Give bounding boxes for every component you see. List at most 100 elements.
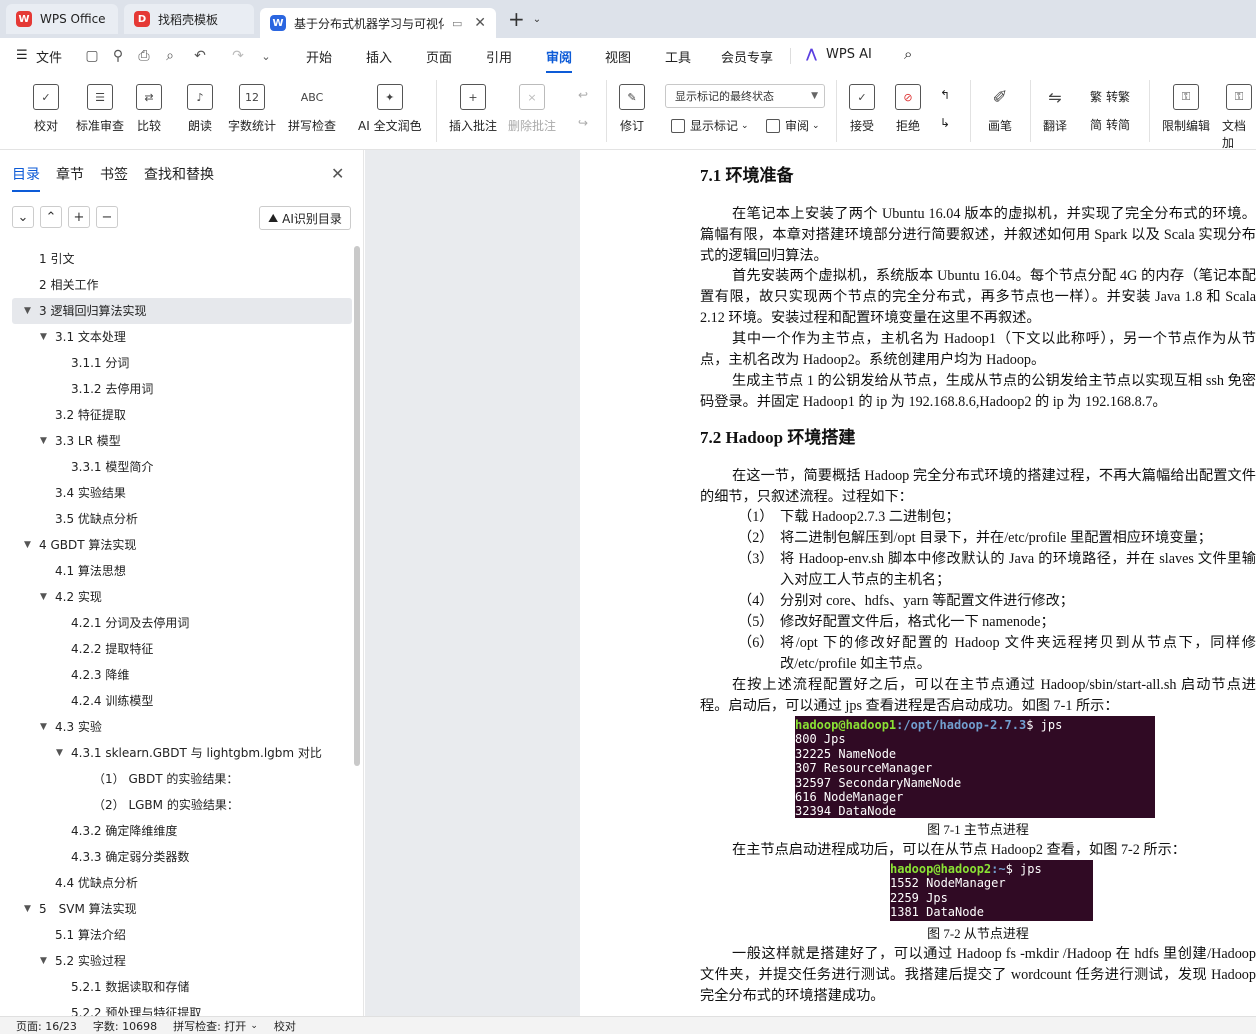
toc-item[interactable]: （2） LGBM 的实验结果： (12, 792, 352, 818)
toc-item[interactable]: ▼ 4.3 实验 (12, 714, 352, 740)
chevron-down-icon[interactable]: ▼ (40, 428, 47, 454)
toc-item[interactable]: 4.2.1 分词及去停用词 (12, 610, 352, 636)
delete-comment-button[interactable]: × 删除批注 (508, 84, 556, 134)
toc-item[interactable]: 4.3.3 确定弱分类器数 (12, 844, 352, 870)
toc-item[interactable]: （1） GBDT 的实验结果： (12, 766, 352, 792)
toc-item[interactable]: 3.4 实验结果 (12, 480, 352, 506)
page-indicator[interactable]: 页面: 16/23 (16, 1018, 77, 1034)
prev-change-icon[interactable]: ↰ (940, 88, 950, 102)
collapse-up-icon[interactable]: ⌃ (40, 206, 62, 228)
toc-item[interactable]: ▼ 5.2 实验过程 (12, 948, 352, 974)
insert-comment-button[interactable]: + 插入批注 (449, 84, 497, 134)
menu-home[interactable]: 开始 (306, 47, 332, 66)
menu-page[interactable]: 页面 (426, 47, 452, 66)
read-aloud-button[interactable]: ♪ 朗读 (187, 84, 213, 134)
document-encrypt-button[interactable]: ⚿ 文档加 (1222, 84, 1256, 151)
reject-button[interactable]: ⊘ 拒绝 (895, 84, 921, 134)
tab-current-document[interactable]: W 基于分布式机器学习与可视化 ▭ ✕ (260, 8, 496, 38)
toc-item[interactable]: 4.1 算法思想 (12, 558, 352, 584)
menu-view[interactable]: 视图 (605, 47, 631, 66)
menu-insert[interactable]: 插入 (366, 47, 392, 66)
menu-file[interactable]: 文件 (36, 47, 62, 66)
standard-review-button[interactable]: ☰ 标准审查 (76, 84, 124, 134)
show-markup-button[interactable]: 显示标记 ⌄ (671, 117, 749, 134)
review-pane-button[interactable]: 审阅 ⌄ (766, 117, 820, 134)
toc-item[interactable]: 1 引文 (12, 246, 352, 272)
tab-bookmarks[interactable]: 书签 (100, 164, 128, 192)
next-comment-icon[interactable]: ↪ (578, 116, 588, 130)
accept-button[interactable]: ✓ 接受 (849, 84, 875, 134)
menu-membership[interactable]: 会员专享 (721, 47, 773, 66)
translate-button[interactable]: ⇋ 翻译 (1042, 84, 1068, 134)
proofread-button[interactable]: ✓ 校对 (33, 84, 59, 134)
close-icon[interactable]: ✕ (331, 164, 344, 183)
hamburger-icon[interactable]: ☰ (16, 48, 28, 63)
toc-item[interactable]: 5.1 算法介绍 (12, 922, 352, 948)
menu-references[interactable]: 引用 (486, 47, 512, 66)
tab-toc[interactable]: 目录 (12, 164, 40, 192)
save-icon[interactable]: ▢ (80, 44, 104, 68)
proofread-status[interactable]: 校对 (274, 1018, 296, 1034)
more-chevron-icon[interactable]: ⌄ (254, 44, 278, 68)
print-icon[interactable]: ⎙ (132, 44, 156, 68)
toc-item[interactable]: 3.5 优缺点分析 (12, 506, 352, 532)
toc-scrollbar[interactable] (354, 246, 360, 766)
compare-button[interactable]: ⇄ 比较 (136, 84, 162, 134)
toc-item[interactable]: 4.4 优缺点分析 (12, 870, 352, 896)
chevron-down-icon[interactable]: ▼ (40, 324, 47, 350)
new-tab-icon[interactable]: + (508, 7, 525, 31)
chevron-down-icon[interactable]: ▼ (40, 948, 47, 974)
chevron-down-icon[interactable]: ▼ (40, 584, 47, 610)
tab-wps-office[interactable]: W WPS Office (6, 4, 118, 34)
ai-polish-button[interactable]: ✦ AI 全文润色 (358, 84, 422, 134)
tab-find-replace[interactable]: 查找和替换 (144, 164, 214, 192)
spell-check-button[interactable]: ABC 拼写检查 (288, 84, 336, 134)
toc-item[interactable]: 2 相关工作 (12, 272, 352, 298)
toc-item[interactable]: ▼ 3 逻辑回归算法实现 (12, 298, 352, 324)
toc-item[interactable]: 3.3.1 模型简介 (12, 454, 352, 480)
chevron-down-icon[interactable]: ▼ (24, 896, 31, 922)
toc-item[interactable]: 3.2 特征提取 (12, 402, 352, 428)
toc-item[interactable]: 4.3.2 确定降维维度 (12, 818, 352, 844)
toc-item[interactable]: 4.2.2 提取特征 (12, 636, 352, 662)
toc-item[interactable]: ▼ 4 GBDT 算法实现 (12, 532, 352, 558)
add-icon[interactable]: + (68, 206, 90, 228)
prev-comment-icon[interactable]: ↩ (578, 88, 588, 102)
chevron-down-icon[interactable]: ⌄ (533, 14, 541, 25)
chevron-down-icon[interactable]: ▼ (24, 298, 31, 324)
track-changes-button[interactable]: ✎ 修订 (619, 84, 645, 134)
toc-item[interactable]: 4.2.4 训练模型 (12, 688, 352, 714)
toc-item[interactable]: 4.2.3 降维 (12, 662, 352, 688)
pen-button[interactable]: ✐ 画笔 (987, 84, 1013, 134)
search-icon[interactable]: ⌕ (904, 45, 912, 63)
toc-item[interactable]: ▼ 5 SVM 算法实现 (12, 896, 352, 922)
spell-check-status[interactable]: 拼写检查: 打开 (173, 1018, 246, 1034)
toc-item[interactable]: 3.1.1 分词 (12, 350, 352, 376)
expand-down-icon[interactable]: ⌄ (12, 206, 34, 228)
remove-icon[interactable]: − (96, 206, 118, 228)
share-icon[interactable]: ⚲ (106, 44, 130, 68)
toc-item[interactable]: ▼ 4.3.1 sklearn.GBDT 与 lightgbm.lgbm 对比 (12, 740, 352, 766)
print-preview-icon[interactable]: ⌕ (158, 44, 182, 68)
to-traditional-button[interactable]: 繁转繁 (1090, 88, 1130, 105)
menu-tools[interactable]: 工具 (665, 47, 691, 66)
toc-item[interactable]: ▼ 4.2 实现 (12, 584, 352, 610)
close-tab-icon[interactable]: ✕ (474, 15, 486, 31)
toc-item[interactable]: ▼ 3.1 文本处理 (12, 324, 352, 350)
chevron-down-icon[interactable]: ▼ (40, 714, 47, 740)
to-simplified-button[interactable]: 简转简 (1090, 116, 1130, 133)
toc-item[interactable]: 3.1.2 去停用词 (12, 376, 352, 402)
markup-state-select[interactable]: 显示标记的最终状态 ▼ (665, 84, 825, 108)
toc-item[interactable]: 5.2.1 数据读取和存储 (12, 974, 352, 1000)
next-change-icon[interactable]: ↳ (940, 116, 950, 130)
chevron-down-icon[interactable]: ▼ (24, 532, 31, 558)
word-count-button[interactable]: 12 字数统计 (228, 84, 276, 134)
menu-review[interactable]: 审阅 (546, 47, 573, 73)
undo-icon[interactable]: ↶ (188, 44, 212, 68)
menu-wps-ai[interactable]: WPS AI (826, 47, 872, 62)
word-count[interactable]: 字数: 10698 (93, 1018, 157, 1034)
chevron-down-icon[interactable]: ▼ (56, 740, 63, 766)
tab-chapters[interactable]: 章节 (56, 164, 84, 192)
toc-item[interactable]: ▼ 3.3 LR 模型 (12, 428, 352, 454)
tab-docer-templates[interactable]: D 找稻壳模板 (124, 4, 254, 34)
